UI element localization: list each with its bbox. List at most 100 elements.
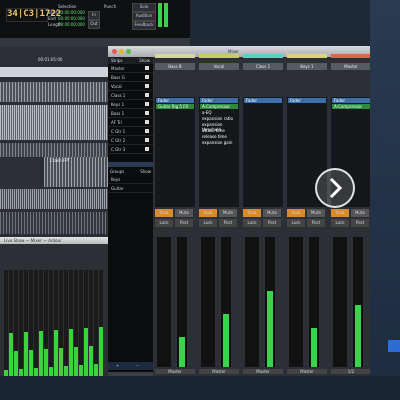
processor-item[interactable]: Guitar Rig 5 FX bbox=[156, 104, 194, 109]
output-button[interactable]: Master bbox=[199, 369, 239, 374]
show-checkbox[interactable] bbox=[145, 75, 149, 79]
post-button[interactable]: Post bbox=[263, 219, 281, 227]
crash-region[interactable]: Crash FPT bbox=[44, 157, 108, 187]
processor-item[interactable]: release time bbox=[200, 134, 238, 139]
strip-list-item[interactable]: Master bbox=[108, 64, 153, 73]
gain-fader[interactable] bbox=[201, 237, 215, 367]
processor-box[interactable]: Fader A-Compressor a-EQ expansion ratio expa… bbox=[199, 97, 239, 207]
solo-button[interactable]: Solo bbox=[155, 209, 173, 217]
primary-clock[interactable]: 34|C3|1722 bbox=[6, 8, 61, 22]
group-list-item[interactable]: Guitar bbox=[108, 184, 153, 193]
plus-button[interactable] bbox=[108, 162, 153, 167]
mute-button[interactable]: Mute bbox=[219, 209, 237, 217]
add-icon[interactable]: + bbox=[116, 363, 119, 368]
close-window-button[interactable] bbox=[112, 49, 117, 54]
maximize-window-button[interactable] bbox=[126, 49, 131, 54]
remove-icon[interactable]: − bbox=[136, 363, 139, 368]
audio-region[interactable] bbox=[0, 143, 108, 157]
processor-item[interactable]: Fader bbox=[332, 98, 370, 103]
strip-list-item[interactable]: C Gtr 1 bbox=[108, 127, 153, 136]
minimize-window-button[interactable] bbox=[119, 49, 124, 54]
gain-fader[interactable] bbox=[157, 237, 171, 367]
dock-icon[interactable] bbox=[388, 340, 400, 352]
feedback-button[interactable]: Feedback bbox=[132, 21, 156, 30]
solo-button[interactable]: Solo bbox=[243, 209, 261, 217]
output-button[interactable]: Master bbox=[243, 369, 283, 374]
show-checkbox[interactable] bbox=[145, 102, 149, 106]
strip-list-item[interactable]: Bass G bbox=[108, 73, 153, 82]
strip-list-item[interactable]: C Gtr 3 bbox=[108, 145, 153, 154]
processor-item[interactable]: expansion ratio bbox=[200, 116, 238, 121]
start-value[interactable]: 00:00:00:000 bbox=[58, 10, 85, 15]
strip-name-button[interactable]: Keys 1 bbox=[287, 63, 327, 70]
lock-button[interactable]: Lock bbox=[155, 219, 173, 227]
solo-button[interactable]: Solo bbox=[287, 209, 305, 217]
mute-button[interactable]: Mute bbox=[351, 209, 369, 217]
channel-meter bbox=[49, 270, 53, 390]
strip-list-item[interactable]: Keys 1 bbox=[108, 100, 153, 109]
strip-name-button[interactable]: Vocal bbox=[199, 63, 239, 70]
output-button[interactable]: Master bbox=[287, 369, 327, 374]
solo-button[interactable]: Solo bbox=[132, 3, 156, 12]
lock-button[interactable]: Lock bbox=[331, 219, 349, 227]
show-checkbox[interactable] bbox=[145, 111, 149, 115]
processor-item[interactable]: expansion gain bbox=[200, 140, 238, 145]
processor-box[interactable]: Fader Guitar Rig 5 FX bbox=[155, 97, 195, 207]
mute-button[interactable]: Mute bbox=[263, 209, 281, 217]
strip-list-item[interactable]: Class 1 bbox=[108, 91, 153, 100]
post-button[interactable]: Post bbox=[351, 219, 369, 227]
audio-region[interactable] bbox=[0, 105, 108, 140]
processor-item[interactable]: Fader bbox=[288, 98, 326, 103]
groups-show-label: Show bbox=[140, 169, 151, 174]
output-button[interactable]: Master bbox=[155, 369, 195, 374]
group-list-item[interactable]: Keys bbox=[108, 175, 153, 184]
strip-list-item[interactable]: C Gtr 2 bbox=[108, 136, 153, 145]
gain-fader[interactable] bbox=[289, 237, 303, 367]
mute-button[interactable]: Mute bbox=[307, 209, 325, 217]
processor-item[interactable]: A-Compressor bbox=[200, 104, 238, 109]
strip-list-item[interactable]: Bass 1 bbox=[108, 109, 153, 118]
processor-item[interactable]: Fader bbox=[200, 98, 238, 103]
show-checkbox[interactable] bbox=[145, 66, 149, 70]
audition-button[interactable]: Audition bbox=[132, 12, 156, 21]
processor-item[interactable]: A-Compressor bbox=[332, 104, 370, 109]
strip-name-button[interactable]: Class 1 bbox=[243, 63, 283, 70]
post-button[interactable]: Post bbox=[219, 219, 237, 227]
show-checkbox[interactable] bbox=[145, 120, 149, 124]
strip-name-button[interactable]: Bass B bbox=[155, 63, 195, 70]
next-slide-button[interactable] bbox=[315, 168, 355, 208]
solo-button[interactable]: Solo bbox=[331, 209, 349, 217]
processor-item[interactable]: attack time bbox=[200, 128, 238, 133]
show-checkbox[interactable] bbox=[145, 147, 149, 151]
show-checkbox[interactable] bbox=[145, 129, 149, 133]
lower-window-titlebar: Live Show — Mixer — Ardour bbox=[0, 237, 108, 244]
processor-item[interactable]: Fader bbox=[244, 98, 282, 103]
audio-region[interactable] bbox=[0, 189, 108, 209]
lock-button[interactable]: Lock bbox=[287, 219, 305, 227]
gain-fader[interactable] bbox=[333, 237, 347, 367]
lock-button[interactable]: Lock bbox=[199, 219, 217, 227]
audio-region[interactable] bbox=[0, 82, 108, 102]
post-button[interactable]: Post bbox=[175, 219, 193, 227]
processor-item[interactable]: a-EQ bbox=[200, 110, 238, 115]
show-checkbox[interactable] bbox=[145, 93, 149, 97]
post-button[interactable]: Post bbox=[307, 219, 325, 227]
length-value[interactable]: 00:00:00:000 bbox=[58, 22, 85, 27]
lock-button[interactable]: Lock bbox=[243, 219, 261, 227]
processor-box[interactable]: Fader bbox=[243, 97, 283, 207]
strip-list-item[interactable]: AF Tri bbox=[108, 118, 153, 127]
punch-out-button[interactable]: Out bbox=[88, 20, 100, 29]
strip-name-button[interactable]: Master bbox=[331, 63, 371, 70]
punch-in-button[interactable]: In bbox=[88, 11, 100, 20]
audio-region[interactable] bbox=[0, 212, 108, 234]
mute-button[interactable]: Mute bbox=[175, 209, 193, 217]
gain-fader[interactable] bbox=[245, 237, 259, 367]
show-checkbox[interactable] bbox=[145, 138, 149, 142]
processor-item[interactable]: expansion threshold bbox=[200, 122, 238, 132]
output-button[interactable]: 1/2 bbox=[331, 369, 371, 374]
end-value[interactable]: 00:00:00:000 bbox=[58, 16, 85, 21]
show-checkbox[interactable] bbox=[145, 84, 149, 88]
solo-button[interactable]: Solo bbox=[199, 209, 217, 217]
strip-list-item[interactable]: Vocal bbox=[108, 82, 153, 91]
processor-item[interactable]: Fader bbox=[156, 98, 194, 103]
